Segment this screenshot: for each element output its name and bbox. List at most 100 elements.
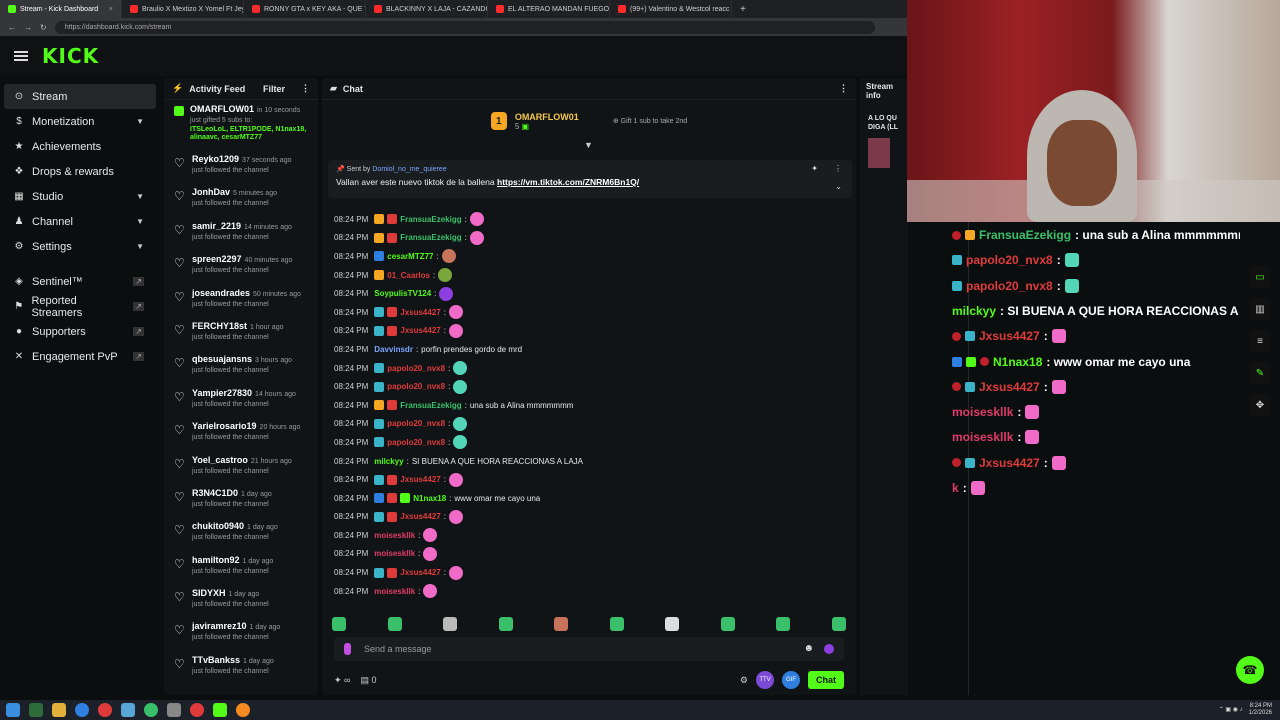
quick-emote-icon[interactable] [554, 617, 569, 631]
collapse-arrow-icon[interactable]: ▼ [584, 140, 593, 150]
top-gifter-name[interactable]: OMARFLOW01 [515, 112, 579, 122]
send-chat-button[interactable]: Chat [808, 671, 844, 689]
chat-menu-icon[interactable]: ⋮ [839, 83, 848, 94]
message-username[interactable]: Jxsus4427 [400, 568, 440, 577]
browser-tab[interactable]: (99+) Valentino & Westcol reacc× [610, 0, 732, 18]
quick-emote-icon[interactable] [609, 617, 624, 631]
sidebar-item-studio[interactable]: ▦ Studio ▼ [4, 184, 156, 209]
follower-name[interactable]: qbesuajansns [192, 354, 252, 364]
ttv-icon[interactable]: TTV [756, 671, 774, 689]
tray-icons[interactable]: ⌃ ▣ ◉ ♪ [1219, 707, 1243, 714]
support-fab-icon[interactable]: ☎ [1236, 656, 1264, 684]
pinned-sender[interactable]: Domiol_no_me_quieree [372, 166, 446, 173]
pinned-menu-icon[interactable]: ⋮ [834, 164, 842, 173]
message-username[interactable]: papolo20_nvx8 [387, 438, 445, 447]
sidebar-item-sentinel[interactable]: ◈ Sentinel™ ↗ [4, 269, 156, 294]
quick-emote-icon[interactable] [665, 617, 680, 631]
sidebar-item-monetization[interactable]: $ Monetization ▼ [4, 109, 156, 134]
filter-button[interactable]: Filter [263, 84, 285, 94]
reload-icon[interactable]: ↻ [40, 23, 47, 32]
split-icon[interactable]: ▥ [1249, 298, 1271, 320]
quick-emote-icon[interactable] [720, 617, 735, 631]
follower-name[interactable]: joseandrades [192, 288, 250, 298]
follower-name[interactable]: spreen2297 [192, 254, 242, 264]
follower-name[interactable]: chukito0940 [192, 521, 244, 531]
gif-icon[interactable]: GIF [782, 671, 800, 689]
sidebar-item-achievements[interactable]: ★ Achievements [4, 134, 156, 159]
message-username[interactable]: Davvinsdr [374, 345, 413, 354]
follower-name[interactable]: javiramrez10 [192, 621, 247, 631]
gifter-name[interactable]: OMARFLOW01 [190, 104, 254, 114]
message-username[interactable]: papolo20_nvx8 [387, 419, 445, 428]
settings-icon[interactable]: ⚙ [740, 675, 748, 686]
follower-name[interactable]: Yarielrosario19 [192, 421, 257, 431]
message-username[interactable]: N1nax18 [413, 494, 446, 503]
menu-icon[interactable] [14, 51, 28, 61]
kick-app-icon[interactable] [213, 703, 227, 717]
chat-input[interactable]: Send a message ☻ [334, 637, 844, 661]
quick-emote-icon[interactable] [443, 617, 458, 631]
follower-name[interactable]: SIDYXH [192, 588, 226, 598]
terminal-icon[interactable] [29, 703, 43, 717]
sidebar-item-channel[interactable]: ♟ Channel ▼ [4, 209, 156, 234]
message-username[interactable]: milckyy [374, 457, 403, 466]
message-username[interactable]: Jxsus4427 [400, 326, 440, 335]
emoji-icon[interactable]: ☻ [803, 643, 814, 654]
chevron-down-icon[interactable]: ⌄ [835, 182, 842, 191]
url-input[interactable]: https://dashboard.kick.com/stream [54, 20, 875, 34]
message-username[interactable]: Jxsus4427 [400, 308, 440, 317]
browser-tab[interactable]: RONNY GTA x KEY AKA - QUE TE× [244, 0, 366, 18]
quick-emote-icon[interactable] [332, 617, 346, 631]
new-tab-icon[interactable]: + [732, 4, 754, 15]
chat-bubble-icon[interactable]: ▭ [1249, 266, 1271, 288]
message-username[interactable]: cesarMTZ77 [387, 252, 433, 261]
follower-name[interactable]: Yampier27830 [192, 388, 252, 398]
follower-name[interactable]: Yoel_castroo [192, 455, 248, 465]
kicks-icon[interactable] [824, 644, 834, 654]
wrench-icon[interactable]: ✎ [1249, 362, 1271, 384]
quick-emote-icon[interactable] [498, 617, 513, 631]
message-username[interactable]: FransuaEzekigg [400, 401, 461, 410]
message-username[interactable]: papolo20_nvx8 [387, 382, 445, 391]
app-icon[interactable] [144, 703, 158, 717]
follower-name[interactable]: hamilton92 [192, 555, 240, 565]
pin-icon[interactable]: ✦ [811, 164, 818, 173]
sidebar-item-supporters[interactable]: ● Supporters ↗ [4, 319, 156, 344]
close-tab-icon[interactable]: × [109, 6, 113, 13]
quick-emote-icon[interactable] [387, 617, 402, 631]
kick-logo[interactable]: KICK [42, 44, 99, 68]
sidebar-item-settings[interactable]: ⚙ Settings ▼ [4, 234, 156, 259]
message-username[interactable]: moiseskllk [374, 587, 415, 596]
obs-icon[interactable] [190, 703, 204, 717]
category-thumbnail[interactable] [868, 138, 890, 168]
message-username[interactable]: SoypulisTV124 [374, 289, 431, 298]
follower-name[interactable]: FERCHY18st [192, 321, 247, 331]
follower-name[interactable]: Reyko1209 [192, 154, 239, 164]
mic-icon[interactable] [344, 643, 351, 655]
points-icon[interactable]: ▤ 0 [360, 675, 376, 686]
browser-tab[interactable]: Braulio X Mextizo X Yomel Ft Jey× [122, 0, 244, 18]
follower-name[interactable]: samir_2219 [192, 221, 241, 231]
quick-emote-icon[interactable] [831, 617, 846, 631]
gift-hint[interactable]: ⊕ Gift 1 sub to take 2nd [613, 117, 687, 125]
tool-icon[interactable] [167, 703, 181, 717]
windows-icon[interactable] [6, 703, 20, 717]
browser-tab[interactable]: EL ALTERAO MANDAN FUEGO× [488, 0, 610, 18]
steam-icon[interactable] [121, 703, 135, 717]
follower-name[interactable]: TTvBankss [192, 655, 240, 665]
infinity-icon[interactable]: ✦ ∞ [334, 675, 350, 686]
message-username[interactable]: moiseskllk [374, 531, 415, 540]
chrome-icon[interactable] [75, 703, 89, 717]
quick-emote-icon[interactable] [776, 617, 791, 631]
sidebar-item-engagement-pvp[interactable]: ✕ Engagement PvP ↗ [4, 344, 156, 369]
more-icon[interactable]: ⋮ [301, 83, 310, 94]
follower-name[interactable]: JonhDav [192, 187, 230, 197]
sidebar-item-stream[interactable]: ⊙ Stream [4, 84, 156, 109]
pinned-link[interactable]: https://vm.tiktok.com/ZNRM6Bn1Q/ [497, 177, 639, 187]
message-username[interactable]: Jxsus4427 [400, 475, 440, 484]
browser-icon[interactable] [98, 703, 112, 717]
message-username[interactable]: papolo20_nvx8 [387, 364, 445, 373]
layers-icon[interactable]: ≡ [1249, 330, 1271, 352]
forward-icon[interactable]: → [24, 23, 32, 32]
message-username[interactable]: FransuaEzekigg [400, 233, 461, 242]
